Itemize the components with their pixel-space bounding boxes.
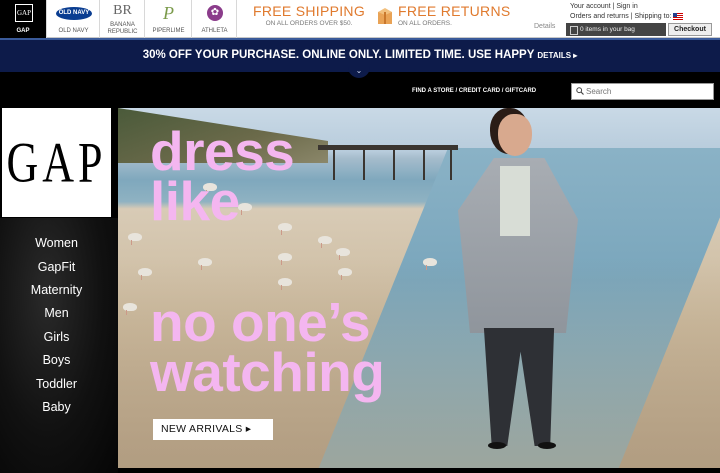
nav-item-men[interactable]: Men [0, 305, 113, 321]
brand-tab-athleta[interactable]: ✿ ATHLETA [193, 0, 237, 38]
nav-item-girls[interactable]: Girls [0, 329, 113, 345]
banner-details-link[interactable]: DETAILS ▸ [537, 51, 577, 60]
free-returns-promo[interactable]: FREE RETURNS ON ALL ORDERS. [398, 3, 528, 29]
search-icon [576, 87, 584, 95]
model-head [498, 114, 532, 156]
gap-mini-logo: GAP [15, 4, 33, 22]
nav-item-women[interactable]: Women [0, 235, 113, 251]
shopping-bag-status[interactable]: 0 items in your bag [566, 23, 666, 36]
promo-returns-title: FREE RETURNS [398, 3, 511, 19]
account-links: Your account | Sign in Orders and return… [570, 2, 684, 22]
hero-headline: dress like no one’s watching [150, 120, 385, 403]
nav-item-gapfit[interactable]: GapFit [0, 259, 113, 275]
model-shoes [480, 442, 560, 450]
athleta-logo: ✿ [207, 5, 223, 21]
promo-shipping-title: FREE SHIPPING [252, 3, 366, 19]
utility-links[interactable]: FIND A STORE / CREDIT CARD / GIFTCARD [412, 88, 536, 94]
piperlime-logo: P [163, 3, 174, 23]
nav-item-toddler[interactable]: Toddler [0, 376, 113, 392]
brand-label: BANANA REPUBLIC [107, 22, 138, 35]
brand-label: ATHLETA [201, 28, 228, 34]
gap-logo[interactable]: GAP [2, 108, 111, 217]
gap-logo-text: GAP [6, 130, 107, 195]
orders-shipping-link[interactable]: Orders and returns | Shipping to: [570, 13, 671, 20]
category-nav: Women GapFit Maternity Men Girls Boys To… [0, 218, 118, 473]
brand-tab-old-navy[interactable]: OLD NAVY OLD NAVY [48, 0, 100, 38]
model-shirt [500, 166, 530, 236]
nav-item-baby[interactable]: Baby [0, 399, 113, 415]
brand-tab-piperlime[interactable]: P PIPERLIME [146, 0, 192, 38]
nav-item-maternity[interactable]: Maternity [0, 282, 113, 298]
promo-shipping-subtitle: ON ALL ORDERS OVER $50. [265, 20, 353, 27]
old-navy-logo: OLD NAVY [56, 7, 92, 20]
brand-tab-gap[interactable]: GAP GAP [0, 0, 47, 38]
new-arrivals-button[interactable]: NEW ARRIVALS ▸ [153, 419, 273, 440]
chevron-down-icon[interactable]: ⌄ [348, 66, 370, 78]
nav-item-boys[interactable]: Boys [0, 352, 113, 368]
box-icon [378, 8, 392, 24]
promo-returns-subtitle: ON ALL ORDERS. [398, 20, 452, 27]
brand-label: GAP [16, 28, 30, 34]
banner-text: 30% OFF YOUR PURCHASE. ONLINE ONLY. LIMI… [142, 49, 495, 61]
free-shipping-promo[interactable]: FREE SHIPPING ON ALL ORDERS OVER $50. [244, 3, 374, 29]
promo-code: HAPPY [494, 49, 535, 61]
hero-model [418, 108, 618, 468]
seagull [128, 233, 142, 245]
brand-label: PIPERLIME [152, 28, 185, 34]
headline-line-2: like [150, 170, 240, 232]
checkout-button[interactable]: Checkout [668, 23, 712, 36]
promo-details-link[interactable]: Details [534, 23, 555, 30]
headline-line-3: no one’s [150, 291, 371, 353]
brand-label: OLD NAVY [58, 28, 89, 34]
search-input[interactable] [586, 85, 710, 98]
top-brand-bar: GAP GAP OLD NAVY OLD NAVY BR BANANA REPU… [0, 0, 720, 38]
search-box[interactable] [571, 83, 714, 100]
headline-line-1: dress [150, 120, 295, 182]
headline-line-4: watching [150, 341, 385, 403]
model-legs [483, 328, 555, 446]
banana-republic-logo: BR [113, 3, 132, 18]
seagull [123, 303, 137, 315]
us-flag-icon[interactable] [673, 12, 684, 20]
pier-pile [393, 150, 395, 180]
account-signin-link[interactable]: Your account | Sign in [570, 2, 683, 12]
brand-tab-banana-republic[interactable]: BR BANANA REPUBLIC [101, 0, 145, 38]
